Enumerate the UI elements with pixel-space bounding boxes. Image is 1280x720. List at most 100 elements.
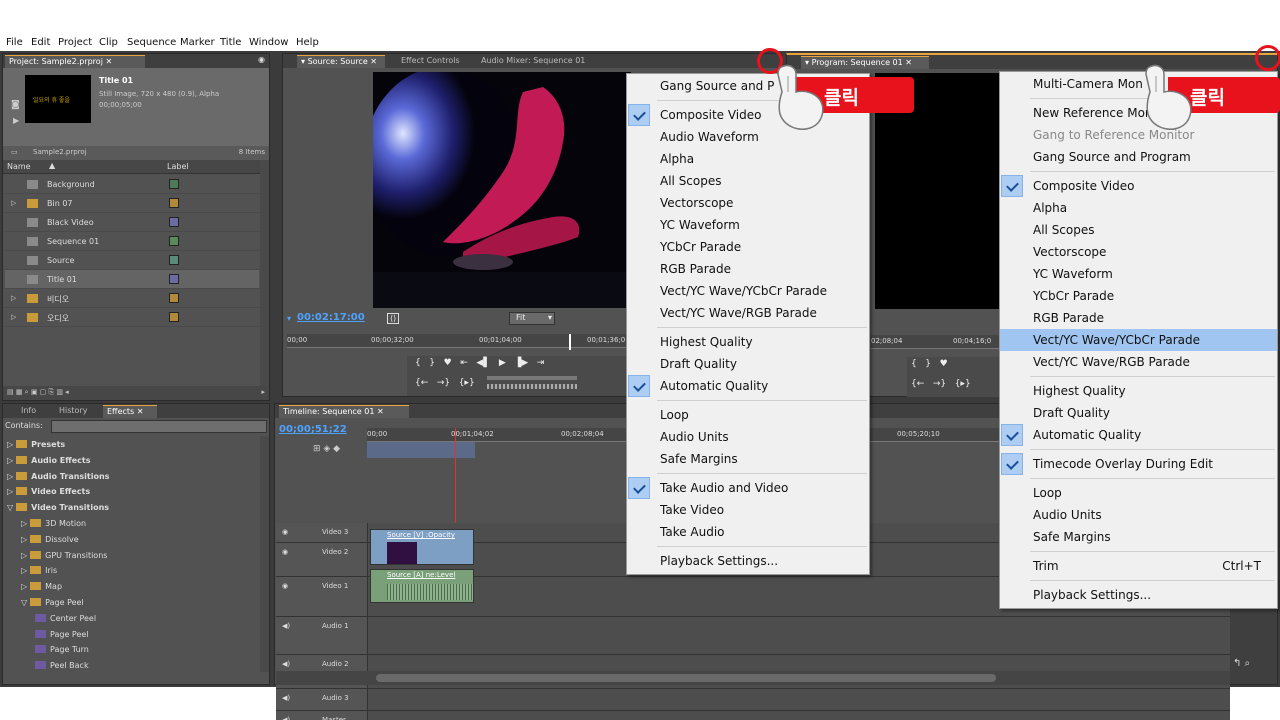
menu-item[interactable]: YCbCr Parade [627,236,869,258]
effects-search-input[interactable] [51,420,267,433]
expand-arrow-icon[interactable]: ▷ [7,472,13,481]
menu-item[interactable]: Playback Settings... [1000,584,1277,606]
menu-marker[interactable]: Marker [180,37,215,48]
effect-item[interactable]: Page Turn [35,645,89,654]
program-transport-row2[interactable]: {← →} {▸} [911,379,971,389]
speaker-icon[interactable]: ◀) [282,694,290,702]
effect-bin[interactable]: ▷ Presets [7,440,65,449]
menu-item[interactable]: All Scopes [627,170,869,192]
menu-item[interactable]: RGB Parade [627,258,869,280]
project-item[interactable]: Background [5,175,259,194]
menu-item[interactable]: Take Audio and Video [627,477,869,499]
effect-bin[interactable]: ▷ Audio Transitions [7,471,109,481]
expand-arrow-icon[interactable]: ▽ [7,503,13,512]
menu-item[interactable]: Highest Quality [1000,380,1277,402]
project-item[interactable]: Source [5,251,259,270]
expand-arrow-icon[interactable]: ▷ [11,199,16,207]
menu-item[interactable]: Vect/YC Wave/YCbCr Parade [1000,329,1277,351]
menu-item[interactable]: Gang Source and Program [1000,146,1277,168]
menu-item[interactable]: Safe Margins [1000,526,1277,548]
menu-item[interactable]: Loop [1000,482,1277,504]
menu-item[interactable]: RGB Parade [1000,307,1277,329]
menu-item[interactable]: Take Audio [627,521,869,543]
jog-wheel[interactable] [487,384,577,389]
menu-edit[interactable]: Edit [31,37,50,48]
tab-history[interactable]: History [55,405,91,418]
expand-arrow-icon[interactable]: ▽ [21,598,27,607]
safe-margin-icon[interactable]: ⟨⟩ [387,313,400,324]
program-transport-row1[interactable]: { } ♥ [911,359,948,369]
menu-item[interactable]: Vectorscope [627,192,869,214]
effect-item[interactable]: Peel Back [35,661,89,670]
source-timecode[interactable]: 00:02:17:00 [297,312,365,323]
effect-bin[interactable]: ▷ 3D Motion [21,519,86,528]
timeline-timecode[interactable]: 00;00;51;22 [279,424,347,435]
menu-item[interactable]: Timecode Overlay During Edit [1000,453,1277,475]
timeline-scrollbar[interactable] [276,671,1230,685]
menu-clip[interactable]: Clip [99,37,118,48]
video-clip[interactable]: Source [V] :Opacity [370,529,474,565]
tab-timeline[interactable]: Timeline: Sequence 01 ✕ [279,405,409,418]
menu-item[interactable]: Draft Quality [1000,402,1277,424]
column-name[interactable]: Name [7,162,31,171]
transport-buttons-row1[interactable]: { } ♥ ⇤ ◀▌ ▶ ▐▶ ⇥ [415,358,544,368]
speaker-icon[interactable]: ◀) [282,716,290,720]
tab-project[interactable]: Project: Sample2.prproj ✕ [5,55,145,68]
menu-item[interactable]: YC Waveform [627,214,869,236]
menu-item[interactable]: Vect/YC Wave/YCbCr Parade [627,280,869,302]
column-label[interactable]: Label [167,162,189,171]
toolbar-icons[interactable]: ▤ ▦ ⌕ ▣ ▢ ⎘ ▥ ◂ [7,388,69,397]
effect-bin[interactable]: ▷ Iris [21,566,57,575]
menu-item[interactable]: Alpha [627,148,869,170]
menu-item[interactable]: Automatic Quality [627,375,869,397]
menu-item[interactable]: Alpha [1000,197,1277,219]
tab-source[interactable]: ▾ Source: Source ✕ [297,55,385,68]
menu-item[interactable]: Vectorscope [1000,241,1277,263]
menu-item[interactable]: Vect/YC Wave/RGB Parade [627,302,869,324]
expand-arrow-icon[interactable]: ▷ [7,456,13,465]
effect-item[interactable]: Center Peel [35,613,96,623]
close-icon[interactable]: ✕ [105,57,112,66]
menu-item[interactable]: All Scopes [1000,219,1277,241]
project-item[interactable]: ▷ 비디오 [5,289,259,308]
menu-project[interactable]: Project [58,37,92,48]
effect-bin[interactable]: ▽ Page Peel [21,598,84,607]
work-area-bar[interactable] [367,442,475,458]
menu-item[interactable]: Audio Waveform [627,126,869,148]
expand-arrow-icon[interactable]: ▷ [21,519,27,528]
source-playhead[interactable] [569,334,571,350]
menu-item[interactable]: YC Waveform [1000,263,1277,285]
menu-item[interactable]: Trim Ctrl+T [1000,555,1277,577]
tab-info[interactable]: Info [17,405,40,418]
expand-arrow-icon[interactable]: ▷ [11,313,16,321]
expand-arrow-icon[interactable]: ▷ [7,440,13,449]
shuttle-slider[interactable] [487,376,577,380]
project-item[interactable]: Black Video [5,213,259,232]
eye-icon[interactable]: ◉ [282,548,288,556]
timeline-track[interactable]: ◀) Master [276,711,1230,720]
menu-item[interactable]: Audio Units [627,426,869,448]
panel-menu-icon[interactable]: ◉ [258,55,265,64]
expand-arrow-icon[interactable]: ▷ [21,535,27,544]
timeline-track[interactable]: ◀) Audio 1 [276,617,1230,655]
menu-item[interactable]: Draft Quality [627,353,869,375]
menu-item[interactable]: Automatic Quality [1000,424,1277,446]
expand-arrow-icon[interactable]: ▷ [21,566,27,575]
fit-dropdown[interactable]: Fit ▾ [509,312,555,325]
project-item[interactable]: ▷ Bin 07 [5,194,259,213]
menu-item[interactable]: Loop [627,404,869,426]
scroll-right-icon[interactable]: ▸ [261,388,265,396]
effect-bin[interactable]: ▷ Dissolve [21,534,79,544]
effect-bin[interactable]: ▷ Map [21,582,62,591]
effect-bin[interactable]: ▷ Video Effects [7,487,90,496]
effect-bin[interactable]: ▽ Video Transitions [7,503,109,512]
menu-item[interactable]: YCbCr Parade [1000,285,1277,307]
tool-icons[interactable]: ↰ ⌕ [1233,658,1250,669]
menu-item[interactable]: Playback Settings... [627,550,869,572]
camera-icon[interactable]: ◙ [11,100,20,110]
speaker-icon[interactable]: ◀) [282,660,290,668]
menu-item[interactable]: Audio Units [1000,504,1277,526]
snap-icon[interactable]: ⊞ ◈ ◆ [313,444,340,454]
menu-sequence[interactable]: Sequence [127,37,176,48]
effect-item[interactable]: Page Peel [35,629,89,639]
